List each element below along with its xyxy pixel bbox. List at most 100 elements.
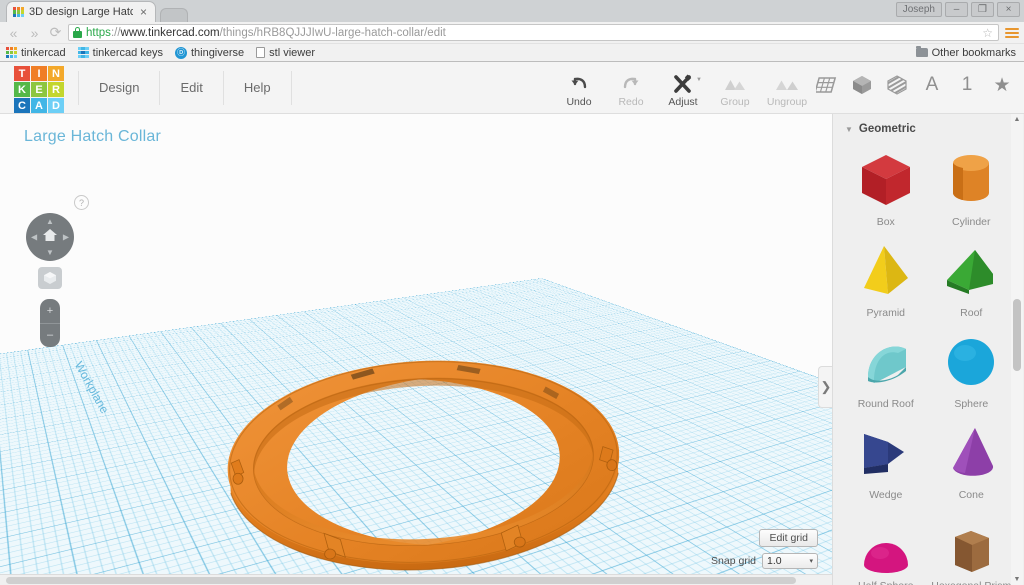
zoom-out-button[interactable]: – <box>40 324 60 348</box>
shapes-panel: ▼ Geometric Box Cylinder Pyramid Roof Ro… <box>832 114 1024 585</box>
logo-letter: R <box>48 82 64 97</box>
workplane-grid-icon[interactable] <box>815 72 839 98</box>
bookmark-tinkercad-keys[interactable]: tinkercad keys <box>77 46 163 59</box>
bookmark-tinkercad[interactable]: tinkercad <box>6 47 66 59</box>
tool-label: Undo <box>566 96 592 108</box>
menu-help[interactable]: Help <box>224 70 292 105</box>
sphere-shape-icon <box>939 327 1003 393</box>
shape-item-half-sphere[interactable]: Half Sphere <box>843 509 929 585</box>
shape-item-pyramid[interactable]: Pyramid <box>843 236 929 319</box>
view-arrow-right-icon[interactable]: ▶ <box>63 233 69 242</box>
thingiverse-circle-icon: Ⓓ <box>174 46 187 59</box>
hexagonal-prism-shape-icon <box>939 509 1003 575</box>
bookmark-star-icon[interactable]: ☆ <box>982 26 993 40</box>
design-canvas[interactable]: Workplane Large Hatch Collar ▲ ▼ ◀ ▶ + –… <box>0 114 832 585</box>
browser-tab[interactable]: 3D design Large Hatc × <box>6 1 156 22</box>
fit-to-view-button[interactable] <box>38 267 62 289</box>
bookmark-thingiverse[interactable]: Ⓓ thingiverse <box>174 46 244 59</box>
zoom-in-button[interactable]: + <box>40 299 60 324</box>
view-cube-navigator[interactable]: ▲ ▼ ◀ ▶ <box>26 213 74 261</box>
tool-group[interactable]: Group <box>712 68 758 108</box>
view-arrow-down-icon[interactable]: ▼ <box>46 248 54 257</box>
other-bookmarks-folder[interactable]: Other bookmarks <box>915 46 1016 59</box>
solid-cube-icon[interactable] <box>850 72 874 98</box>
shape-item-roof[interactable]: Roof <box>929 236 1015 319</box>
menu-edit[interactable]: Edit <box>160 70 224 105</box>
canvas-horizontal-scrollbar[interactable] <box>0 574 832 585</box>
panel-section-header[interactable]: ▼ Geometric <box>833 114 1024 141</box>
shape-item-cylinder[interactable]: Cylinder <box>929 145 1015 228</box>
shape-label: Box <box>876 216 895 228</box>
round-roof-shape-icon <box>854 327 918 393</box>
shape-label: Pyramid <box>866 307 905 319</box>
window-controls: Joseph – ❐ × <box>895 2 1020 17</box>
shape-item-wedge[interactable]: Wedge <box>843 418 929 501</box>
browser-window: 3D design Large Hatc × Joseph – ❐ × « » … <box>0 0 1024 585</box>
tool-ungroup[interactable]: Ungroup <box>764 68 810 108</box>
tab-strip: 3D design Large Hatc × Joseph – ❐ × <box>0 0 1024 22</box>
panel-section-title: Geometric <box>858 123 916 135</box>
shape-item-round-roof[interactable]: Round Roof <box>843 327 929 410</box>
star-favorite-icon[interactable]: ★ <box>990 72 1014 98</box>
minimize-button[interactable]: – <box>945 2 968 17</box>
scroll-down-arrow-icon[interactable]: ▼ <box>1011 576 1023 583</box>
hollow-cube-icon[interactable] <box>885 72 909 98</box>
view-arrow-up-icon[interactable]: ▲ <box>46 217 54 226</box>
tab-title: 3D design Large Hatc <box>29 6 133 18</box>
bookmark-label: stl viewer <box>269 46 315 59</box>
scroll-up-arrow-icon[interactable]: ▲ <box>1011 116 1023 123</box>
redo-arrow-icon <box>621 73 641 94</box>
wedge-shape-icon <box>854 418 918 484</box>
close-window-button[interactable]: × <box>997 2 1020 17</box>
tool-redo[interactable]: Redo <box>608 68 654 108</box>
shape-label: Hexagonal Prism <box>931 580 1011 585</box>
bookmarks-bar: tinkercad tinkercad keys Ⓓ thingiverse s… <box>0 44 1024 62</box>
edit-grid-button[interactable]: Edit grid <box>759 529 818 547</box>
chrome-menu-icon[interactable] <box>1005 27 1019 38</box>
number-one-icon[interactable]: 1 <box>955 72 979 98</box>
user-profile-chip[interactable]: Joseph <box>895 2 942 17</box>
half-sphere-shape-icon <box>854 509 918 575</box>
roof-shape-icon <box>939 236 1003 302</box>
snap-grid-select[interactable]: 1.0 ▾ <box>762 553 818 569</box>
url-scheme: https <box>86 26 111 39</box>
panel-scrollbar[interactable]: ▲ ▼ <box>1011 114 1023 585</box>
edit-tools: Undo Redo ▼ Adjust Group Ungroup <box>556 68 810 108</box>
view-toolbar: A 1 ★ <box>815 72 1014 98</box>
shape-label: Sphere <box>954 398 989 410</box>
shape-item-box[interactable]: Box <box>843 145 929 228</box>
tool-adjust[interactable]: ▼ Adjust <box>660 68 706 108</box>
view-arrow-left-icon[interactable]: ◀ <box>31 233 37 242</box>
logo-letter: I <box>31 66 47 81</box>
shape-item-hexagonal-prism[interactable]: Hexagonal Prism <box>929 509 1015 585</box>
app-toolbar: T I N K E R C A D Design Edit Help Undo … <box>0 62 1024 114</box>
text-letter-a-icon[interactable]: A <box>920 72 944 98</box>
back-icon[interactable]: « <box>5 24 22 41</box>
tab-close-icon[interactable]: × <box>138 6 149 18</box>
logo-letter: C <box>14 98 30 113</box>
scrollbar-thumb[interactable] <box>1013 299 1021 371</box>
forward-icon[interactable]: » <box>26 24 43 41</box>
menu-design[interactable]: Design <box>78 70 161 105</box>
shape-item-cone[interactable]: Cone <box>929 418 1015 501</box>
shape-item-sphere[interactable]: Sphere <box>929 327 1015 410</box>
panel-collapse-toggle[interactable]: ❯ <box>818 366 832 408</box>
shape-label: Round Roof <box>857 398 914 410</box>
chevron-down-icon[interactable]: ▼ <box>696 77 702 83</box>
url-input[interactable]: https://www.tinkercad.com/things/hRB8QJJ… <box>68 24 999 41</box>
zoom-controls: + – <box>40 299 60 347</box>
reload-icon[interactable]: ⟳ <box>47 24 64 41</box>
help-icon[interactable]: ? <box>74 195 89 210</box>
home-view-icon[interactable] <box>42 228 58 246</box>
maximize-button[interactable]: ❐ <box>971 2 994 17</box>
bookmark-label: tinkercad keys <box>92 46 163 59</box>
bookmark-stl-viewer[interactable]: stl viewer <box>256 47 315 59</box>
undo-arrow-icon <box>569 73 589 94</box>
tinkercad-logo[interactable]: T I N K E R C A D <box>14 66 64 113</box>
model-large-hatch-collar[interactable] <box>222 347 626 585</box>
tool-undo[interactable]: Undo <box>556 68 602 108</box>
chevron-down-icon[interactable]: ▼ <box>845 125 853 134</box>
new-tab-button[interactable] <box>160 8 188 22</box>
logo-letter: D <box>48 98 64 113</box>
address-bar-row: « » ⟳ https://www.tinkercad.com/things/h… <box>0 22 1024 44</box>
